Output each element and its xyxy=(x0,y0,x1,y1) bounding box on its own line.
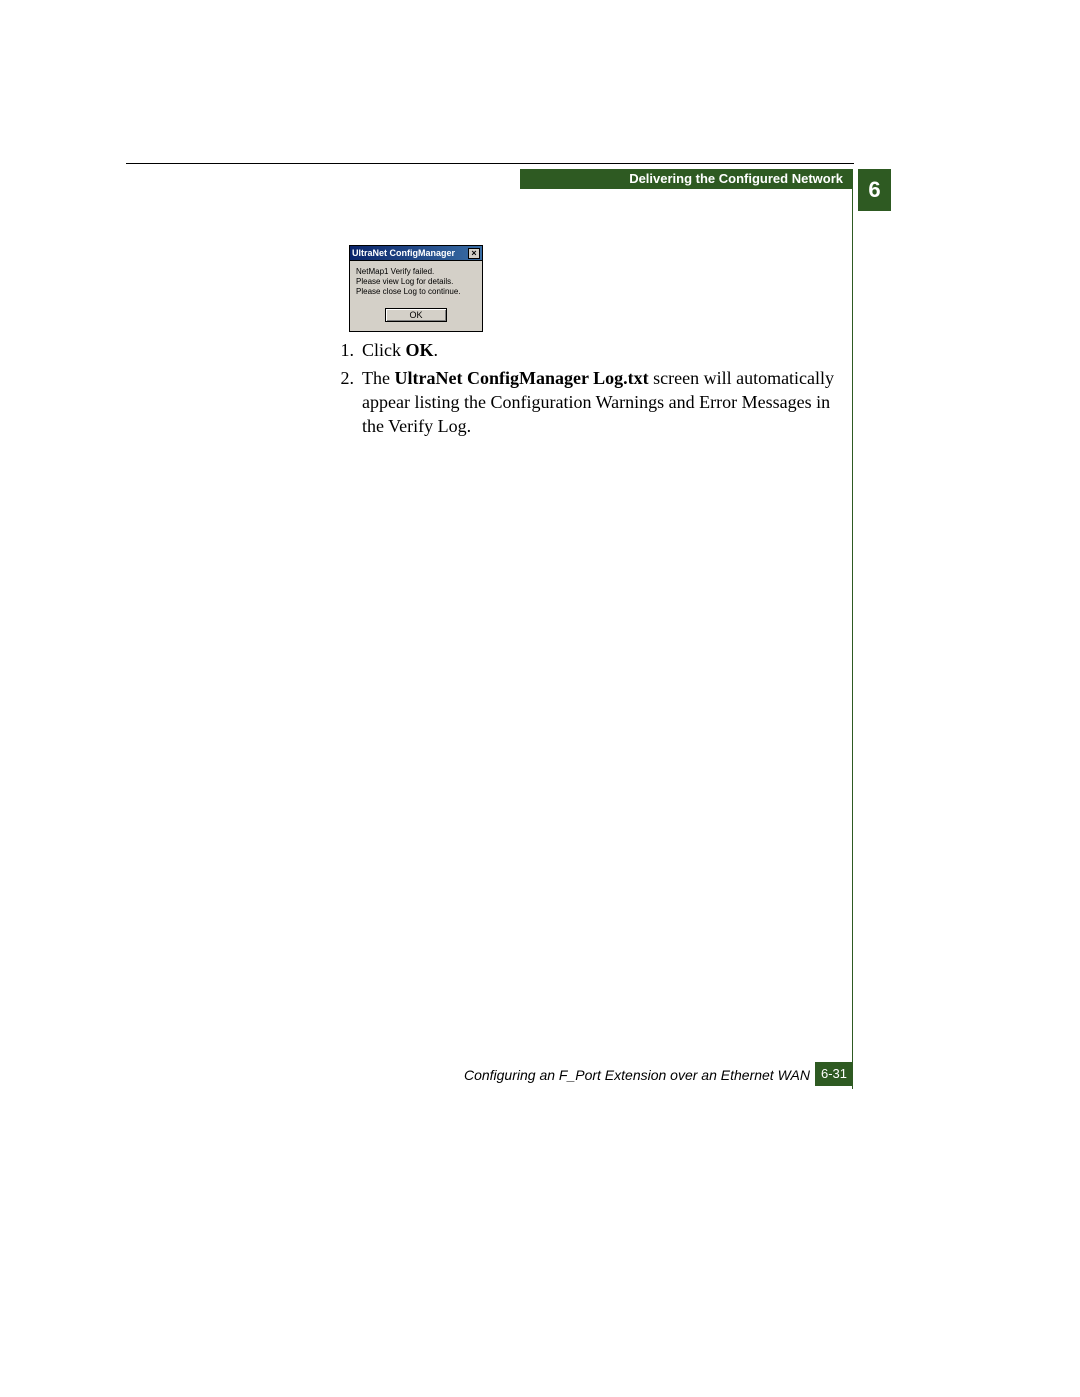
vertical-divider xyxy=(852,169,853,1089)
close-glyph: × xyxy=(471,249,476,258)
step-text-part: . xyxy=(434,340,439,360)
dialog-message-line: Please close Log to continue. xyxy=(356,287,476,297)
dialog-message-line: Please view Log for details. xyxy=(356,277,476,287)
section-header: Delivering the Configured Network xyxy=(520,169,853,189)
step-text-bold: OK xyxy=(406,340,434,360)
dialog-window: UltraNet ConfigManager × NetMap1 Verify … xyxy=(349,245,483,332)
step-text-part: The xyxy=(362,368,394,388)
footer-doc-title: Configuring an F_Port Extension over an … xyxy=(320,1067,810,1083)
step-text-part: Click xyxy=(362,340,406,360)
chapter-number: 6 xyxy=(868,177,880,202)
dialog-message-line: NetMap1 Verify failed. xyxy=(356,267,476,277)
section-header-text: Delivering the Configured Network xyxy=(629,171,843,186)
ok-button-label: OK xyxy=(409,310,422,320)
dialog-button-row: OK xyxy=(356,305,476,323)
step-number: 1. xyxy=(330,338,362,362)
top-rule xyxy=(126,163,854,164)
step-text-bold: UltraNet ConfigManager Log.txt xyxy=(394,368,648,388)
list-item: 2. The UltraNet ConfigManager Log.txt sc… xyxy=(330,366,840,438)
dialog-title: UltraNet ConfigManager xyxy=(352,248,468,258)
footer-doc-title-text: Configuring an F_Port Extension over an … xyxy=(464,1067,810,1083)
page: Delivering the Configured Network 6 Ultr… xyxy=(0,0,1080,1397)
step-text: The UltraNet ConfigManager Log.txt scree… xyxy=(362,366,840,438)
dialog-titlebar: UltraNet ConfigManager × xyxy=(350,246,482,261)
ok-button[interactable]: OK xyxy=(385,308,447,322)
close-icon[interactable]: × xyxy=(468,248,480,259)
footer-page-number-text: 6-31 xyxy=(821,1066,847,1081)
list-item: 1. Click OK. xyxy=(330,338,840,362)
footer-page-number: 6-31 xyxy=(815,1062,853,1086)
dialog-body: NetMap1 Verify failed. Please view Log f… xyxy=(350,261,482,331)
chapter-tab: 6 xyxy=(858,169,891,211)
steps-list: 1. Click OK. 2. The UltraNet ConfigManag… xyxy=(330,338,840,442)
step-number: 2. xyxy=(330,366,362,438)
dialog-message: NetMap1 Verify failed. Please view Log f… xyxy=(356,267,476,297)
step-text: Click OK. xyxy=(362,338,840,362)
